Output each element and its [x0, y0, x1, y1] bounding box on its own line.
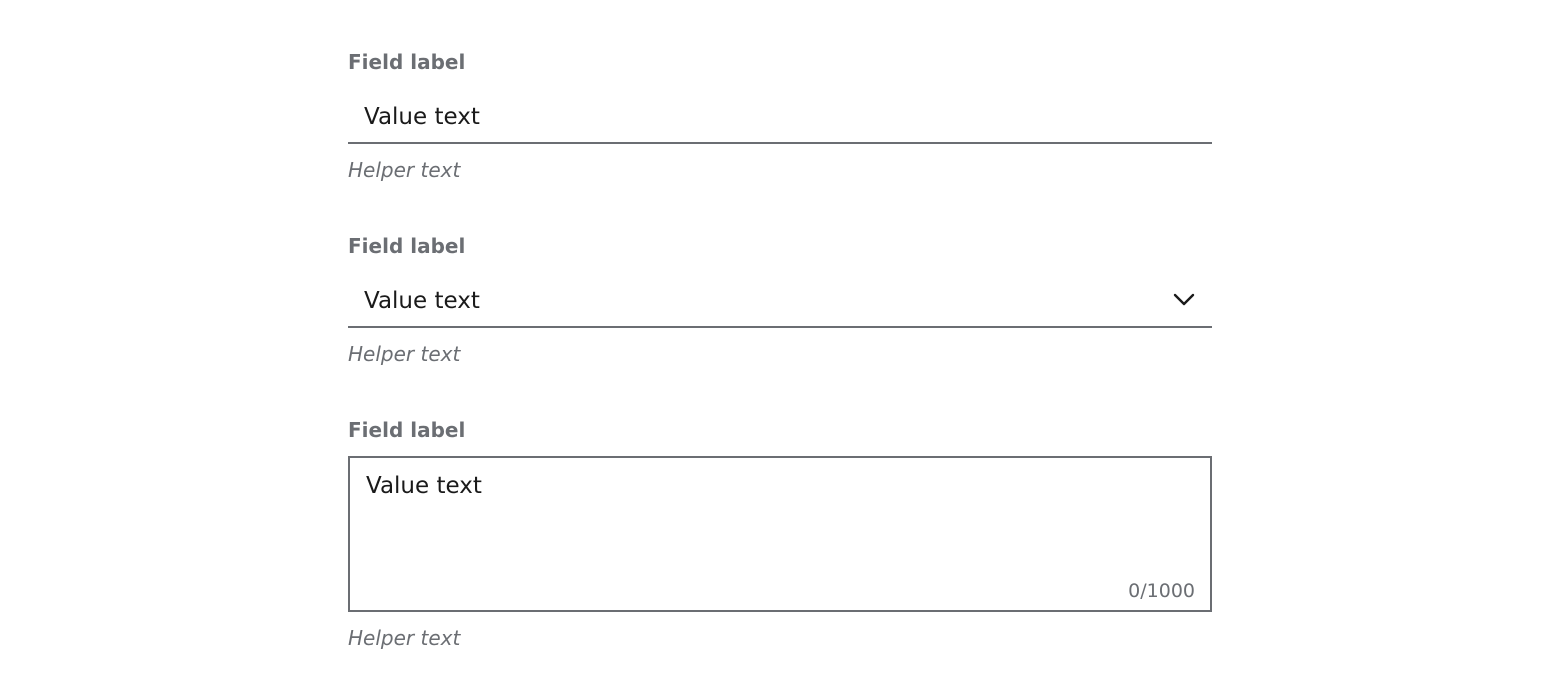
text-input-value: Value text	[364, 104, 480, 130]
chevron-down-icon[interactable]	[1172, 288, 1196, 312]
select-dropdown[interactable]: Value text	[348, 276, 1212, 328]
helper-text-2: Helper text	[348, 342, 461, 366]
field-label-1: Field label	[348, 50, 466, 74]
field-label-3: Field label	[348, 418, 466, 442]
textarea-value: Value text	[366, 473, 482, 499]
helper-text-3: Helper text	[348, 626, 461, 650]
text-input[interactable]: Value text	[348, 92, 1212, 144]
textarea[interactable]: Value text 0/1000	[348, 456, 1212, 612]
select-value: Value text	[364, 288, 480, 314]
helper-text-1: Helper text	[348, 158, 461, 182]
field-label-2: Field label	[348, 234, 466, 258]
character-counter: 0/1000	[1128, 580, 1195, 602]
